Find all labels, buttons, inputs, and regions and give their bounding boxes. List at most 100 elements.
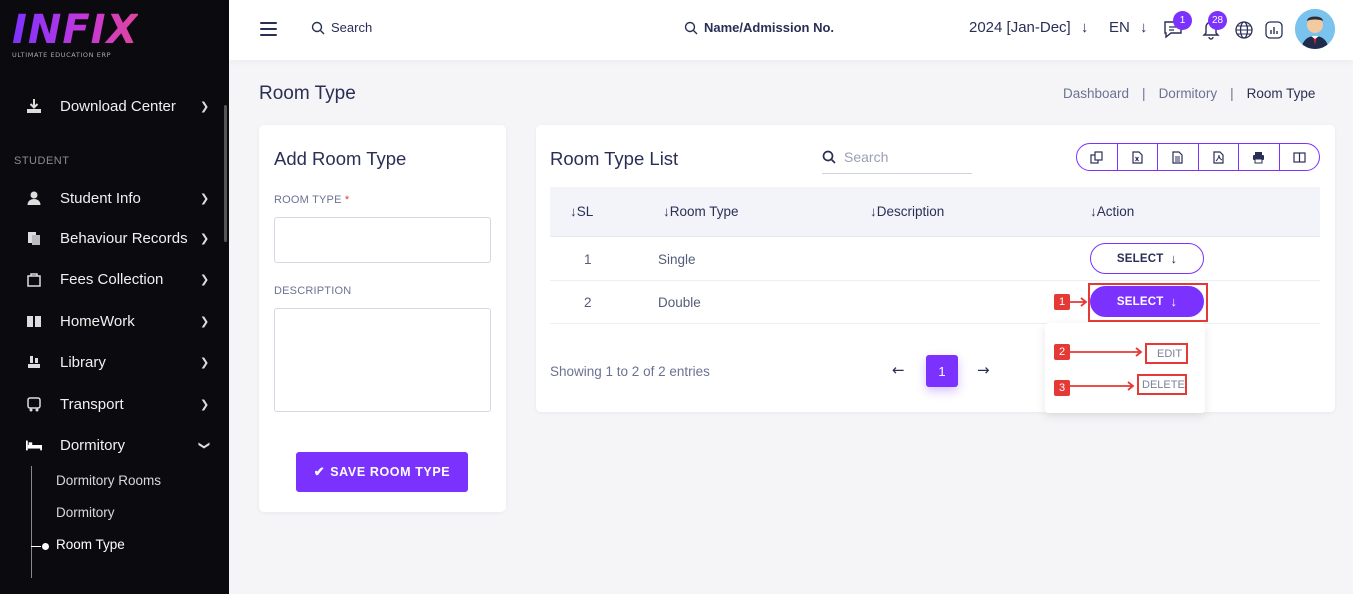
page-number-button[interactable]: 1 bbox=[926, 355, 958, 387]
page-title: Room Type bbox=[259, 83, 356, 104]
section-label-student: STUDENT bbox=[14, 155, 70, 167]
column-header-label: Description bbox=[876, 204, 945, 219]
columns-icon bbox=[1293, 151, 1306, 163]
copy-button[interactable] bbox=[1077, 144, 1118, 170]
annotation-number: 2 bbox=[1054, 344, 1070, 360]
room-type-list-title: Room Type List bbox=[550, 148, 679, 169]
breadcrumb-separator: | bbox=[1142, 86, 1146, 101]
search-icon bbox=[822, 150, 836, 164]
annotation-box-select bbox=[1088, 283, 1208, 322]
column-header-room-type[interactable]: ↓Room Type bbox=[663, 204, 739, 219]
csv-icon bbox=[1172, 150, 1183, 164]
records-icon bbox=[26, 230, 42, 246]
annotation-arrow-icon bbox=[1070, 347, 1143, 357]
sort-arrow-icon: ↓ bbox=[570, 204, 577, 219]
book-icon bbox=[26, 313, 42, 329]
sidebar-item-download-center[interactable]: Download Center ❯ bbox=[0, 91, 224, 121]
add-room-type-card: Add Room Type ROOM TYPE * DESCRIPTION ✔ … bbox=[259, 125, 506, 512]
columns-button[interactable] bbox=[1280, 144, 1320, 170]
sidebar-item-label: Dormitory bbox=[60, 436, 126, 454]
annotation-arrow-icon bbox=[1070, 381, 1135, 391]
annotation-box-edit bbox=[1145, 343, 1188, 364]
fees-icon bbox=[26, 271, 42, 287]
menu-search[interactable]: Search bbox=[311, 20, 372, 35]
notifications-badge: 28 bbox=[1208, 11, 1227, 30]
csv-button[interactable] bbox=[1158, 144, 1199, 170]
print-icon bbox=[1253, 151, 1265, 163]
pdf-button[interactable] bbox=[1199, 144, 1239, 170]
excel-icon bbox=[1132, 150, 1143, 164]
column-header-sl[interactable]: ↓SL bbox=[570, 204, 593, 219]
prev-page-arrow-icon[interactable]: ← bbox=[892, 361, 905, 379]
room-type-label-text: ROOM TYPE bbox=[274, 194, 342, 206]
cell-sl: 1 bbox=[584, 252, 592, 267]
library-icon bbox=[26, 354, 42, 370]
admission-search[interactable]: Name/Admission No. bbox=[684, 20, 834, 35]
sidebar: INFIX ULTIMATE EDUCATION ERP Download Ce… bbox=[0, 0, 229, 594]
academic-year-select[interactable]: 2024 [Jan-Dec] ↓ bbox=[969, 19, 1088, 36]
submenu-item-dormitory-rooms[interactable]: Dormitory Rooms bbox=[56, 473, 161, 488]
search-icon bbox=[684, 21, 698, 34]
sidebar-item-student-info[interactable]: Student Info ❯ bbox=[0, 183, 224, 213]
search-icon bbox=[311, 21, 325, 34]
column-header-description[interactable]: ↓Description bbox=[870, 204, 944, 219]
sidebar-item-label: Download Center bbox=[60, 97, 176, 115]
annotation-box-delete bbox=[1137, 374, 1187, 395]
annotation-number: 1 bbox=[1054, 294, 1070, 310]
menu-toggle-icon[interactable] bbox=[260, 22, 277, 36]
select-action-button[interactable]: SELECT ↓ bbox=[1090, 243, 1204, 274]
sidebar-item-label: Student Info bbox=[60, 189, 141, 207]
room-type-list-card: Room Type List Search ↓SL ↓Room Type ↓De… bbox=[536, 125, 1335, 412]
sidebar-item-label: Library bbox=[60, 353, 106, 371]
column-header-action[interactable]: ↓Action bbox=[1090, 204, 1134, 219]
brand-logo[interactable]: INFIX ULTIMATE EDUCATION ERP bbox=[12, 10, 138, 59]
room-type-input[interactable] bbox=[274, 217, 491, 263]
required-mark: * bbox=[344, 194, 350, 206]
export-button-group bbox=[1076, 143, 1320, 171]
save-room-type-label: SAVE ROOM TYPE bbox=[330, 465, 451, 479]
table-search-input[interactable]: Search bbox=[822, 140, 972, 174]
sidebar-item-behaviour-records[interactable]: Behaviour Records ❯ bbox=[0, 223, 224, 253]
submenu-active-dot bbox=[42, 543, 49, 550]
breadcrumb-separator: | bbox=[1230, 86, 1234, 101]
sidebar-item-fees-collection[interactable]: Fees Collection ❯ bbox=[0, 264, 224, 294]
avatar[interactable] bbox=[1295, 9, 1335, 49]
breadcrumb-dashboard[interactable]: Dashboard bbox=[1063, 86, 1129, 101]
excel-button[interactable] bbox=[1118, 144, 1158, 170]
annotation-number: 3 bbox=[1054, 380, 1070, 396]
print-button[interactable] bbox=[1239, 144, 1280, 170]
add-room-type-title: Add Room Type bbox=[274, 148, 407, 169]
top-header: Search Name/Admission No. 2024 [Jan-Dec]… bbox=[229, 0, 1353, 60]
copy-icon bbox=[1090, 150, 1103, 164]
chevron-right-icon: ❯ bbox=[200, 99, 210, 113]
arrow-down-icon: ↓ bbox=[1170, 251, 1178, 266]
bus-icon bbox=[26, 396, 42, 412]
arrow-down-icon: ↓ bbox=[1080, 19, 1089, 36]
chevron-right-icon: ❯ bbox=[200, 231, 210, 245]
sidebar-item-dormitory[interactable]: Dormitory ❯ bbox=[0, 430, 224, 460]
description-textarea[interactable] bbox=[274, 308, 491, 412]
sidebar-scrollbar[interactable] bbox=[224, 105, 227, 242]
cell-sl: 2 bbox=[584, 295, 592, 310]
language-select[interactable]: EN ↓ bbox=[1109, 19, 1148, 36]
stats-icon[interactable] bbox=[1264, 20, 1286, 42]
sidebar-item-label: HomeWork bbox=[60, 312, 135, 330]
submenu-active-connector bbox=[31, 546, 41, 547]
chevron-down-icon: ❯ bbox=[198, 440, 212, 450]
next-page-arrow-icon[interactable]: → bbox=[977, 361, 990, 379]
sidebar-item-transport[interactable]: Transport ❯ bbox=[0, 389, 224, 419]
sort-arrow-icon: ↓ bbox=[663, 204, 670, 219]
save-room-type-button[interactable]: ✔ SAVE ROOM TYPE bbox=[296, 452, 468, 492]
globe-icon[interactable] bbox=[1234, 20, 1256, 42]
submenu-item-room-type[interactable]: Room Type bbox=[56, 537, 125, 552]
sidebar-item-homework[interactable]: HomeWork ❯ bbox=[0, 306, 224, 336]
breadcrumb: Dashboard | Dormitory | Room Type bbox=[1063, 86, 1315, 101]
sidebar-item-library[interactable]: Library ❯ bbox=[0, 347, 224, 377]
column-header-label: Room Type bbox=[669, 204, 739, 219]
breadcrumb-dormitory[interactable]: Dormitory bbox=[1159, 86, 1218, 101]
submenu-item-dormitory[interactable]: Dormitory bbox=[56, 505, 115, 520]
chevron-right-icon: ❯ bbox=[200, 272, 210, 286]
column-header-label: SL bbox=[576, 204, 594, 219]
download-icon bbox=[26, 98, 42, 114]
room-type-label: ROOM TYPE * bbox=[274, 194, 349, 206]
